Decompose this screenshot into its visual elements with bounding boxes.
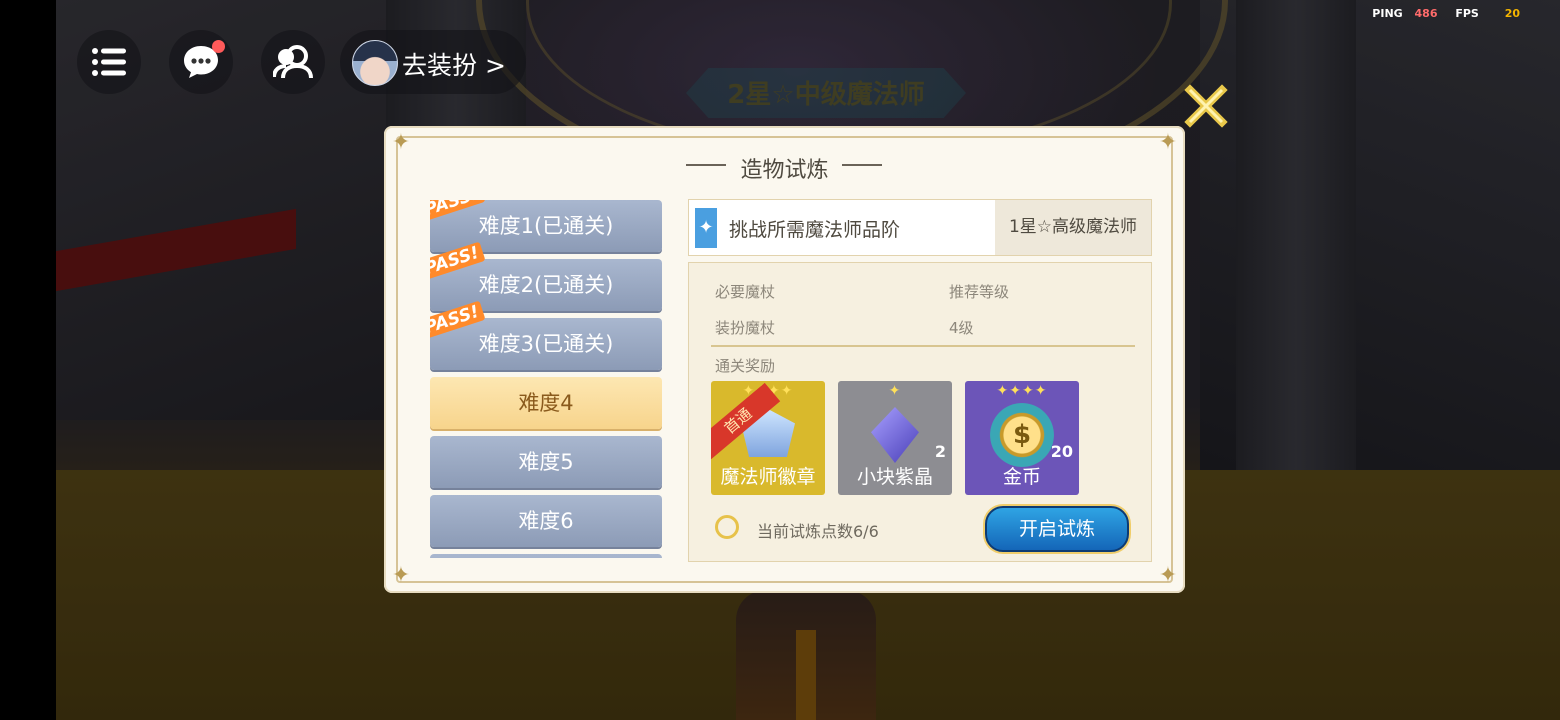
level-label: 推荐等级 <box>949 283 1010 301</box>
list-menu-icon <box>92 48 126 76</box>
rank-requirement-bar: ✦ 挑战所需魔法师品阶 1星☆高级魔法师 <box>688 199 1152 256</box>
notification-dot <box>212 40 225 53</box>
difficulty-item-3[interactable]: 难度3(已通关) PASS! <box>430 300 662 370</box>
sparkle-icon: ✦ <box>695 208 717 248</box>
wand-value: 装扮魔杖 <box>715 319 776 337</box>
chat-button[interactable] <box>169 30 233 94</box>
avatar <box>352 40 398 86</box>
fps-value: 20 <box>1504 7 1520 20</box>
reward-count: 20 <box>1050 442 1073 461</box>
difficulty-item-5[interactable]: 难度5 <box>430 436 662 488</box>
corner-ornament-icon: ✦ <box>391 563 411 588</box>
reward-count: 2 <box>934 442 946 461</box>
difficulty-list[interactable]: 难度1(已通关) PASS! 难度2(已通关) PASS! 难度3(已通关) P… <box>430 200 662 558</box>
difficulty-label: 难度5 <box>518 450 574 474</box>
difficulty-label: 难度4 <box>518 391 574 415</box>
start-trial-button[interactable]: 开启试炼 <box>985 506 1129 552</box>
pass-tag: PASS! <box>430 200 486 222</box>
ping-label: PING <box>1372 7 1403 20</box>
fps-label: FPS <box>1455 7 1479 20</box>
performance-readout: PING 486 FPS 20 <box>1372 7 1520 20</box>
corner-ornament-icon: ✦ <box>1158 563 1178 588</box>
reward-item-gold-coin[interactable]: ✦✦✦✦ $ 20 金币 <box>965 381 1079 495</box>
trial-dialog: ✦ ✦ ✦ ✦ 造物试炼 难度1(已通关) PASS! 难度2(已通关) PAS… <box>384 126 1185 593</box>
trial-info-panel: 必要魔杖 推荐等级 装扮魔杖 4级 通关奖励 ✦✦✦✦ 首通 魔法师徽章 ✦ 2… <box>688 262 1152 562</box>
difficulty-item-6[interactable]: 难度6 <box>430 495 662 547</box>
star-rating-icon: ✦ <box>888 383 902 399</box>
trial-points-icon <box>715 515 739 539</box>
difficulty-item-1[interactable]: 难度1(已通关) PASS! <box>430 200 662 252</box>
menu-button[interactable] <box>77 30 141 94</box>
star-rating-icon: ✦✦✦✦ <box>996 383 1048 399</box>
trial-points-text: 当前试炼点数6/6 <box>757 522 879 541</box>
difficulty-label: 难度1(已通关) <box>478 214 614 238</box>
reward-item-amethyst[interactable]: ✦ 2 小块紫晶 <box>838 381 952 495</box>
dialog-title: 造物试炼 <box>740 158 829 183</box>
rewards-label: 通关奖励 <box>715 357 776 375</box>
dress-up-label: 去装扮 > <box>402 51 506 80</box>
reward-name: 金币 <box>1002 466 1041 488</box>
difficulty-item-4[interactable]: 难度4 <box>430 377 662 429</box>
wand-label: 必要魔杖 <box>715 283 776 301</box>
divider <box>711 345 1135 347</box>
requirement-label: 挑战所需魔法师品阶 <box>729 219 901 241</box>
friends-button[interactable] <box>261 30 325 94</box>
difficulty-label: 难度3(已通关) <box>478 332 614 356</box>
purple-crystal-icon <box>871 407 919 463</box>
dress-up-button[interactable]: 去装扮 > <box>340 30 526 94</box>
friends-icon <box>273 45 313 79</box>
gold-coin-icon: $ <box>990 403 1054 467</box>
requirement-value: 1星☆高级魔法师 <box>995 200 1151 255</box>
reward-name: 魔法师徽章 <box>720 466 816 488</box>
reward-item-mage-badge[interactable]: ✦✦✦✦ 首通 魔法师徽章 <box>711 381 825 495</box>
level-value: 4级 <box>949 319 974 337</box>
close-icon[interactable] <box>1184 84 1228 128</box>
ping-value: 486 <box>1414 7 1438 20</box>
reward-name: 小块紫晶 <box>856 466 933 488</box>
difficulty-label: 难度2(已通关) <box>478 273 614 297</box>
difficulty-item-7-partial[interactable] <box>430 554 662 558</box>
difficulty-item-2[interactable]: 难度2(已通关) PASS! <box>430 241 662 311</box>
difficulty-label: 难度6 <box>518 509 574 533</box>
